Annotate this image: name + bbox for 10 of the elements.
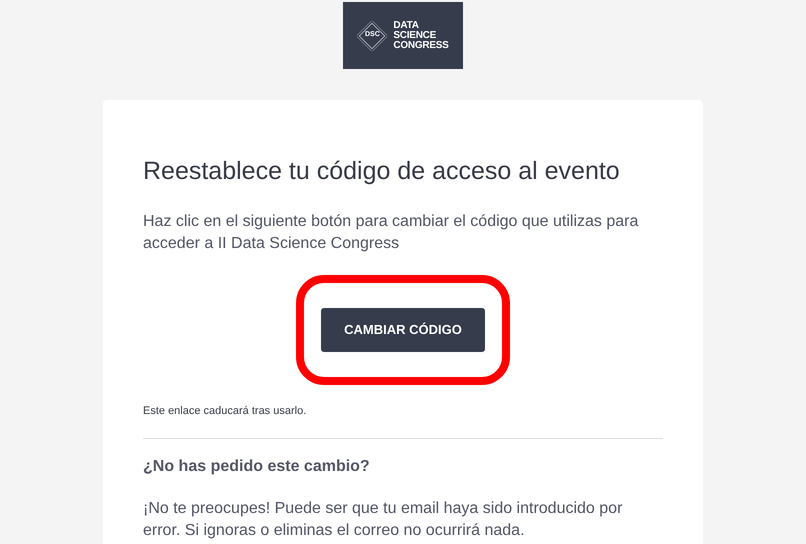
intro-text: Haz clic en el siguiente botón para cambiar el código que utilizas para acceder a II Data Science Congress — [143, 212, 640, 254]
body-text: ¡No te preocupes! Puede ser que tu email haya sido introducido por error. Si ignoras o eliminas el correo no ocurrirá nada. — [143, 499, 624, 541]
logo-text: DATA — [393, 20, 420, 30]
logo-text: CONGRESS — [393, 40, 449, 50]
change-code-button[interactable]: CAMBIAR CÓDIGO — [321, 308, 485, 352]
subheading: ¿No has pedido este cambio? — [143, 457, 371, 477]
expiry-note: Este enlace caducará tras usarlo. — [143, 404, 308, 418]
email-title: Reestablece tu código de acceso al evento — [143, 156, 621, 187]
logo-text: SCIENCE — [393, 30, 438, 40]
diamond-icon — [357, 20, 388, 50]
